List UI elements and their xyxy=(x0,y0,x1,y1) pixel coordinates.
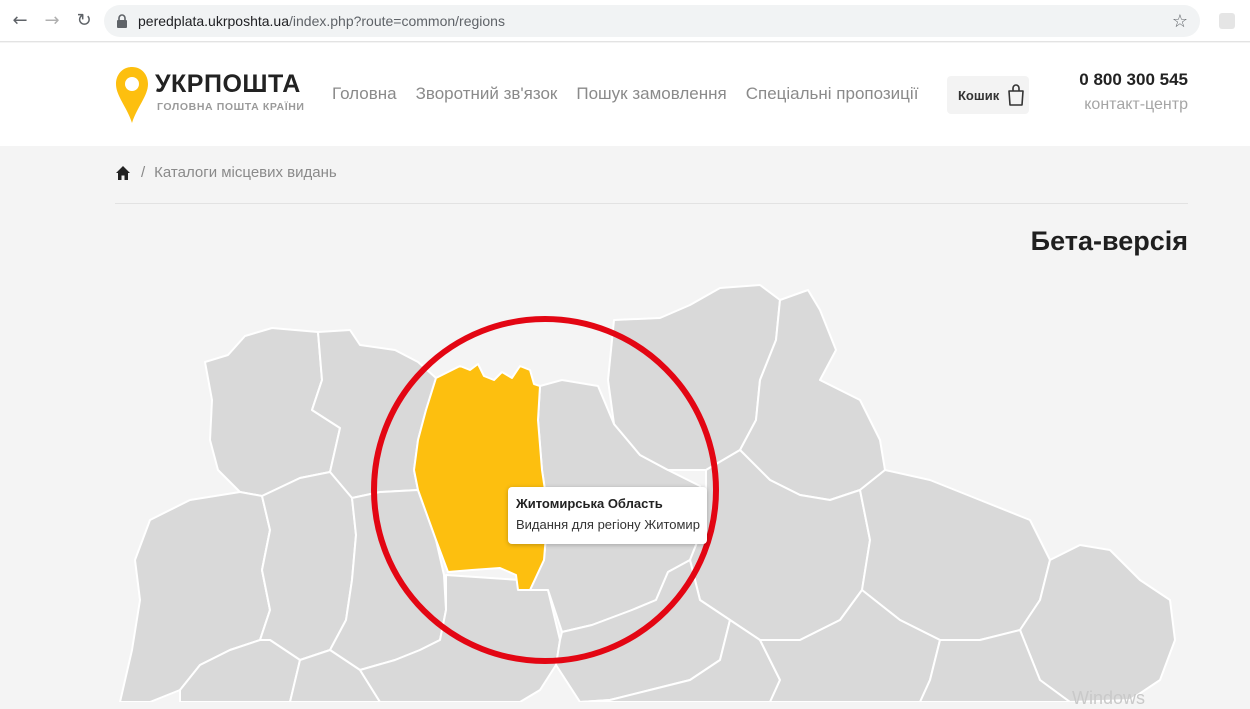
nav-feedback[interactable]: Зворотний зв'язок xyxy=(416,84,558,104)
logo-pin-icon xyxy=(116,67,148,123)
cart-button[interactable]: Кошик xyxy=(947,76,1029,114)
url-path: /index.php?route=common/regions xyxy=(289,13,505,29)
browser-toolbar: ← → ↻ peredplata.ukrposhta.ua/index.php?… xyxy=(0,0,1250,42)
address-bar[interactable]: peredplata.ukrposhta.ua/index.php?route=… xyxy=(104,5,1200,37)
logo-title: УКРПОШТА xyxy=(155,70,301,98)
phone-number[interactable]: 0 800 300 545 xyxy=(1079,70,1188,90)
site-header: УКРПОШТА ГОЛОВНА ПОШТА КРАЇНИ Головна Зв… xyxy=(0,43,1250,146)
region-tooltip: Житомирська Область Видання для регіону … xyxy=(508,487,707,544)
main-nav: Головна Зворотний зв'язок Пошук замовлен… xyxy=(332,84,918,104)
breadcrumb-separator: / xyxy=(141,164,146,181)
ukraine-regions-map xyxy=(119,284,1176,702)
back-arrow-icon[interactable]: ← xyxy=(8,9,32,33)
page-title: Бета-версія xyxy=(1030,226,1188,256)
contact-center: 0 800 300 545 контакт-центр xyxy=(1079,70,1188,114)
reload-icon[interactable]: ↻ xyxy=(72,9,96,33)
shopping-bag-icon xyxy=(1008,84,1025,106)
extension-icon[interactable] xyxy=(1216,10,1238,32)
windows-watermark: Windows xyxy=(1072,688,1146,708)
home-icon[interactable] xyxy=(115,165,131,181)
cart-label: Кошик xyxy=(958,87,1000,103)
logo[interactable]: УКРПОШТА ГОЛОВНА ПОШТА КРАЇНИ xyxy=(114,65,304,127)
nav-order-search[interactable]: Пошук замовлення xyxy=(576,84,726,104)
nav-home[interactable]: Головна xyxy=(332,84,397,104)
breadcrumb: / Каталоги місцевих видань xyxy=(115,164,337,181)
lock-icon xyxy=(117,14,127,28)
breadcrumb-current: Каталоги місцевих видань xyxy=(154,164,337,181)
tooltip-title: Житомирська Область xyxy=(516,496,663,511)
logo-subtitle: ГОЛОВНА ПОШТА КРАЇНИ xyxy=(157,101,305,113)
tooltip-subtitle: Видання для регіону Житомир xyxy=(516,517,700,532)
divider xyxy=(115,203,1188,204)
star-icon[interactable]: ☆ xyxy=(1172,11,1188,32)
phone-label: контакт-центр xyxy=(1084,96,1188,113)
url-host: peredplata.ukrposhta.ua xyxy=(138,13,289,29)
url-text: peredplata.ukrposhta.ua/index.php?route=… xyxy=(138,13,505,29)
nav-special-offers[interactable]: Спеціальні пропозиції xyxy=(746,84,919,104)
forward-arrow-icon[interactable]: → xyxy=(40,9,64,33)
